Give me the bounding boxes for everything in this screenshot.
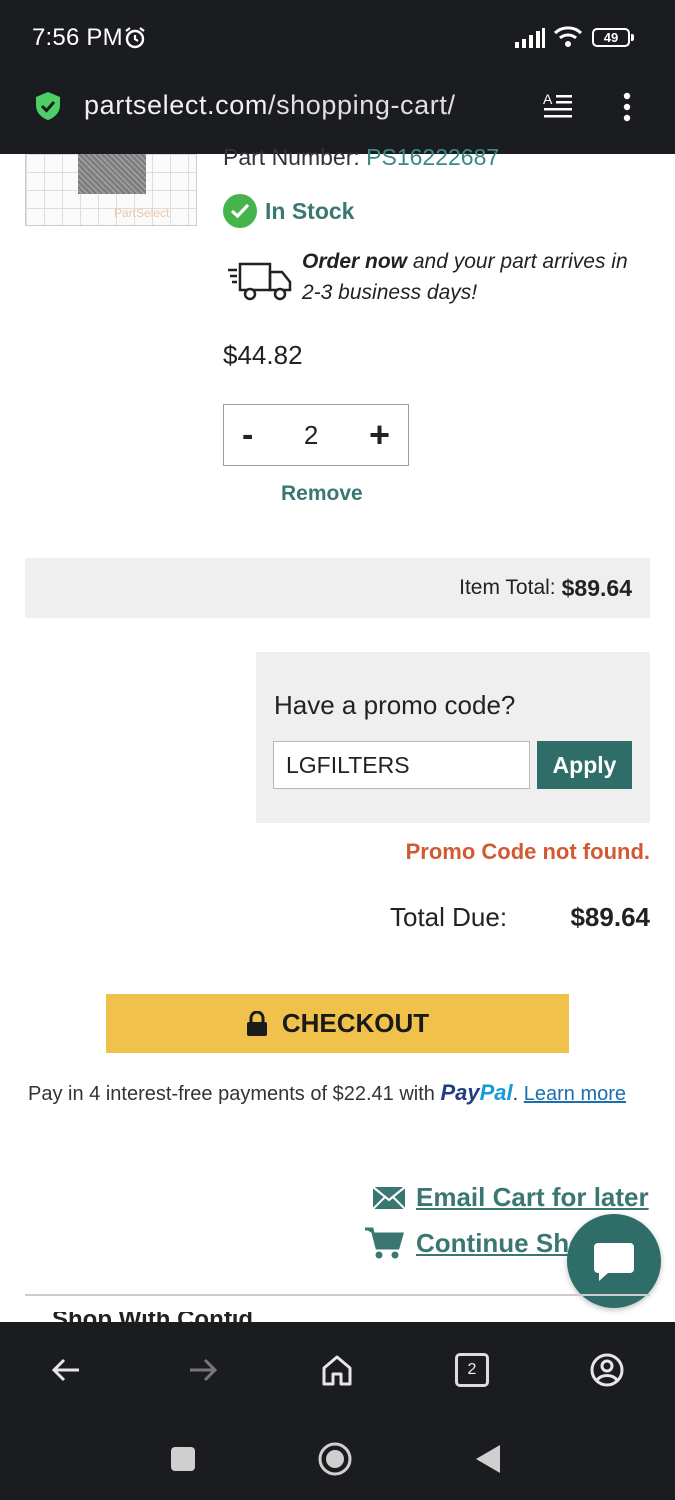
url-domain: partselect.com bbox=[84, 90, 268, 120]
quantity-value[interactable]: 2 bbox=[304, 420, 318, 451]
total-due-label: Total Due: bbox=[390, 902, 508, 932]
url-path: /shopping-cart/ bbox=[267, 90, 456, 120]
browser-top-bar: 7:56 PM 49 partselect.com/shopping-cart/… bbox=[0, 0, 675, 154]
delivery-truck-icon bbox=[228, 262, 292, 301]
paypal-logo-pay: Pay bbox=[440, 1080, 480, 1105]
email-cart-link[interactable]: Email Cart for later bbox=[372, 1182, 649, 1213]
quantity-decrease-button[interactable]: - bbox=[242, 416, 253, 455]
status-time: 7:56 PM bbox=[32, 24, 123, 51]
part-number: Part Number: PS16222687 bbox=[223, 144, 499, 171]
recents-square-icon[interactable] bbox=[170, 1446, 196, 1472]
promo-title: Have a promo code? bbox=[274, 690, 516, 720]
paypal-logo-pal: Pal bbox=[479, 1080, 513, 1105]
learn-more-link[interactable]: Learn more bbox=[524, 1083, 626, 1105]
system-nav-bar bbox=[0, 1418, 675, 1500]
account-icon[interactable] bbox=[589, 1352, 625, 1388]
section-divider bbox=[25, 1294, 650, 1296]
thumb-watermark: PartSelect bbox=[114, 206, 170, 220]
svg-text:A: A bbox=[543, 91, 553, 107]
alarm-icon bbox=[125, 27, 145, 49]
checkout-label: CHECKOUT bbox=[281, 1008, 430, 1038]
product-thumbnail[interactable]: PartSelect bbox=[25, 154, 197, 226]
paypal-dot: . bbox=[512, 1083, 519, 1105]
item-total-bar: Item Total: $89.64 bbox=[25, 558, 650, 618]
trust-heading-peek: Shop With Confid bbox=[52, 1312, 312, 1322]
chat-bubble-icon bbox=[594, 1243, 634, 1281]
checkout-button[interactable]: CHECKOUT bbox=[106, 994, 569, 1053]
check-circle-icon bbox=[223, 194, 257, 228]
envelope-icon bbox=[372, 1185, 406, 1210]
reader-mode-icon[interactable]: A bbox=[542, 91, 574, 121]
quantity-stepper: - 2 + bbox=[223, 404, 409, 466]
paypal-text: Pay in 4 interest-free payments of $22.4… bbox=[28, 1083, 441, 1105]
ship-bold: Order now bbox=[302, 250, 408, 273]
stock-label: In Stock bbox=[265, 197, 355, 224]
url-bar[interactable]: partselect.com/shopping-cart/ bbox=[84, 90, 456, 121]
email-cart-label: Email Cart for later bbox=[416, 1182, 649, 1212]
battery-indicator: 49 bbox=[592, 28, 634, 47]
wifi-icon bbox=[553, 26, 583, 47]
shopping-cart-icon bbox=[365, 1227, 404, 1259]
signal-icon bbox=[515, 28, 545, 48]
filter-image bbox=[78, 154, 146, 194]
promo-error-message: Promo Code not found. bbox=[405, 839, 650, 864]
apply-promo-button[interactable]: Apply bbox=[537, 741, 632, 789]
unit-price: $44.82 bbox=[223, 340, 303, 370]
back-arrow-icon[interactable] bbox=[49, 1352, 85, 1388]
part-number-label: Part Number: bbox=[223, 144, 360, 170]
trust-heading: Shop With Confid bbox=[52, 1312, 312, 1322]
continue-shopping-link[interactable]: Continue Sho bbox=[364, 1226, 585, 1260]
item-total-amount: $89.64 bbox=[561, 574, 632, 601]
back-triangle-icon[interactable] bbox=[474, 1444, 502, 1474]
lock-icon bbox=[246, 1010, 267, 1036]
promo-code-panel: Have a promo code? LGFILTERS Apply bbox=[256, 652, 650, 823]
browser-bottom-nav bbox=[0, 1322, 675, 1418]
total-due-amount: $89.64 bbox=[570, 902, 650, 932]
more-options-icon[interactable] bbox=[620, 92, 634, 122]
shield-check-icon bbox=[36, 92, 60, 120]
quantity-increase-button[interactable]: + bbox=[369, 414, 390, 456]
part-number-value[interactable]: PS16222687 bbox=[366, 144, 499, 170]
paypal-installments: Pay in 4 interest-free payments of $22.4… bbox=[28, 1080, 626, 1106]
tab-count-button[interactable]: 2 bbox=[455, 1353, 489, 1387]
stock-status: In Stock bbox=[223, 194, 354, 228]
forward-arrow-icon[interactable] bbox=[184, 1352, 220, 1388]
home-circle-icon[interactable] bbox=[317, 1441, 353, 1477]
home-icon[interactable] bbox=[319, 1352, 355, 1388]
shipping-message: Order now and your part arrives in 2-3 b… bbox=[302, 246, 652, 308]
promo-code-input[interactable]: LGFILTERS bbox=[273, 741, 530, 789]
remove-item-link[interactable]: Remove bbox=[281, 482, 363, 506]
continue-shopping-label: Continue Sho bbox=[416, 1227, 585, 1258]
paypal-logo: PayPal bbox=[440, 1080, 512, 1105]
item-total-label: Item Total: bbox=[459, 576, 556, 599]
